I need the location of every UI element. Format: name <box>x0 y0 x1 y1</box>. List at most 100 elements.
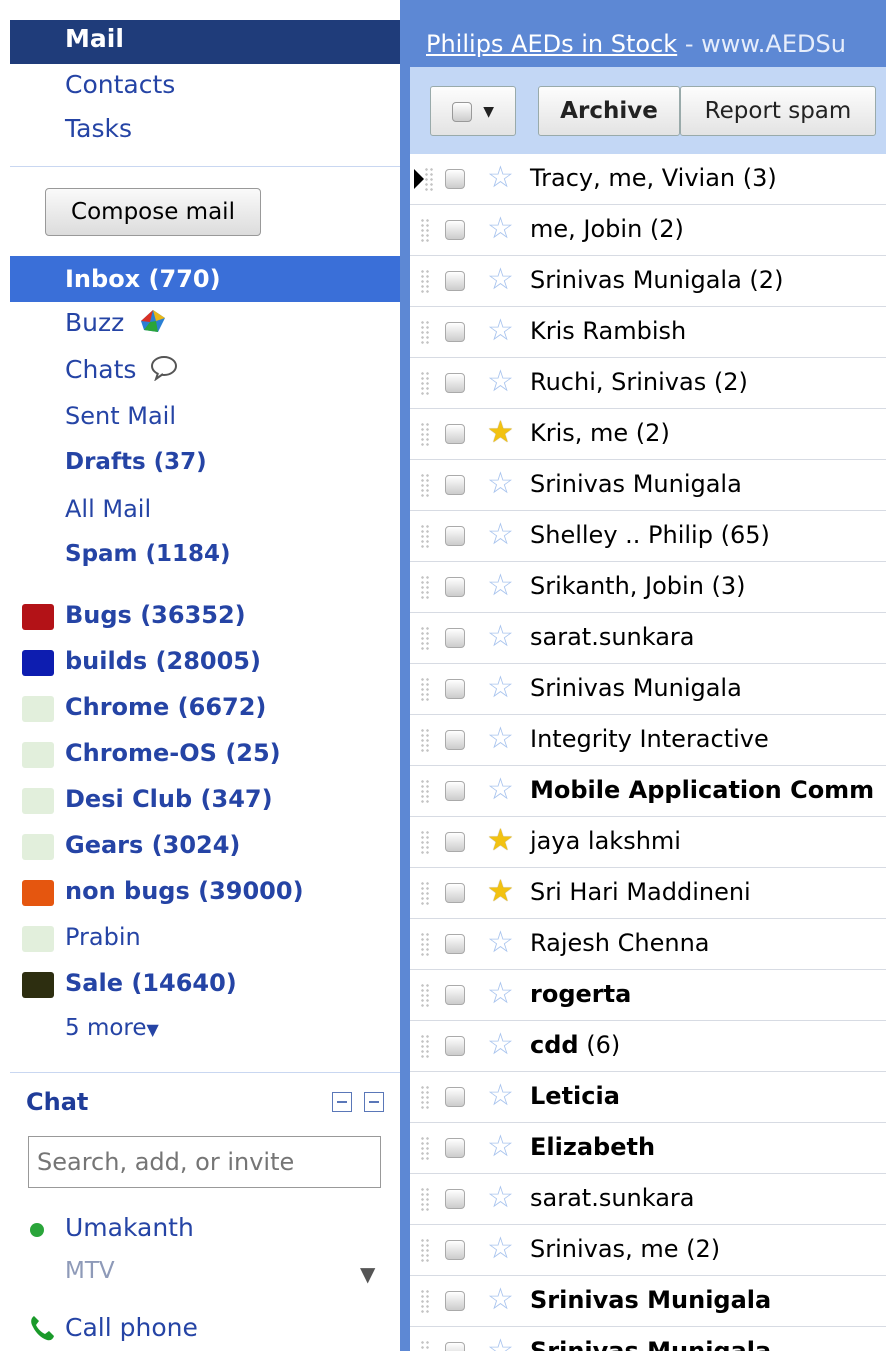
chat-minimize-button[interactable] <box>364 1092 384 1112</box>
call-phone-link[interactable]: Call phone <box>65 1313 198 1342</box>
star-icon[interactable]: ☆ <box>487 1081 514 1111</box>
folder-inbox[interactable]: Inbox (770) <box>65 265 221 293</box>
star-icon[interactable]: ☆ <box>487 622 514 652</box>
nav-link-tasks[interactable]: Tasks <box>65 114 132 143</box>
nav-link-contacts[interactable]: Contacts <box>65 70 175 99</box>
report-spam-button[interactable]: Report spam <box>680 86 876 136</box>
message-row[interactable]: ☆ me, Jobin (2) <box>410 205 886 256</box>
message-row[interactable]: ☆ Srinivas Munigala <box>410 1276 886 1327</box>
star-icon[interactable]: ☆ <box>487 724 514 754</box>
folder-sent-mail[interactable]: Sent Mail <box>65 402 176 430</box>
message-checkbox[interactable] <box>445 781 465 801</box>
message-checkbox[interactable] <box>445 577 465 597</box>
message-checkbox[interactable] <box>445 1087 465 1107</box>
drag-handle-icon[interactable] <box>420 983 430 1007</box>
message-checkbox[interactable] <box>445 169 465 189</box>
drag-handle-icon[interactable] <box>420 575 430 599</box>
message-row[interactable]: ☆ Elizabeth <box>410 1123 886 1174</box>
message-checkbox[interactable] <box>445 730 465 750</box>
drag-handle-icon[interactable] <box>420 422 430 446</box>
message-row[interactable]: ☆ cdd (6) <box>410 1021 886 1072</box>
drag-handle-icon[interactable] <box>420 626 430 650</box>
message-row[interactable]: ☆ Rajesh Chenna <box>410 919 886 970</box>
drag-handle-icon[interactable] <box>420 1289 430 1313</box>
message-checkbox[interactable] <box>445 1189 465 1209</box>
archive-button[interactable]: Archive <box>538 86 680 136</box>
more-labels-link[interactable]: 5 more▼ <box>65 1015 159 1041</box>
drag-handle-icon[interactable] <box>420 1034 430 1058</box>
star-icon[interactable]: ☆ <box>487 1336 514 1351</box>
star-icon[interactable]: ☆ <box>487 571 514 601</box>
star-icon[interactable]: ☆ <box>487 1030 514 1060</box>
chat-contact-name[interactable]: Umakanth <box>65 1213 194 1242</box>
contact-menu-arrow-icon[interactable]: ▼ <box>360 1262 375 1286</box>
star-icon[interactable]: ★ <box>487 877 514 907</box>
star-icon[interactable]: ★ <box>487 418 514 448</box>
drag-handle-icon[interactable] <box>420 830 430 854</box>
message-row[interactable]: ★ Kris, me (2) <box>410 409 886 460</box>
drag-handle-icon[interactable] <box>420 932 430 956</box>
message-checkbox[interactable] <box>445 934 465 954</box>
star-icon[interactable]: ★ <box>487 826 514 856</box>
folder-spam[interactable]: Spam (1184) <box>65 541 231 567</box>
nav-link-mail[interactable]: Mail <box>65 24 124 53</box>
star-icon[interactable]: ☆ <box>487 1285 514 1315</box>
drag-handle-icon[interactable] <box>420 1085 430 1109</box>
folder-chats[interactable]: Chats <box>65 355 178 387</box>
folder-all-mail[interactable]: All Mail <box>65 495 151 523</box>
drag-handle-icon[interactable] <box>420 269 430 293</box>
message-row[interactable]: ☆ Tracy, me, Vivian (3) <box>410 154 886 205</box>
message-checkbox[interactable] <box>445 475 465 495</box>
drag-handle-icon[interactable] <box>420 728 430 752</box>
message-row[interactable]: ☆ Srinivas Munigala (2) <box>410 256 886 307</box>
message-checkbox[interactable] <box>445 832 465 852</box>
message-row[interactable]: ★ Sri Hari Maddineni <box>410 868 886 919</box>
drag-handle-icon[interactable] <box>420 473 430 497</box>
drag-handle-icon[interactable] <box>420 371 430 395</box>
message-row[interactable]: ☆ Srinivas, me (2) <box>410 1225 886 1276</box>
message-row[interactable]: ☆ Srinivas Munigala <box>410 460 886 511</box>
chat-options-button[interactable] <box>332 1092 352 1112</box>
message-row[interactable]: ☆ Srinivas Munigala <box>410 1327 886 1351</box>
message-checkbox[interactable] <box>445 1138 465 1158</box>
ad-link[interactable]: Philips AEDs in Stock <box>426 30 677 58</box>
message-checkbox[interactable] <box>445 1291 465 1311</box>
message-checkbox[interactable] <box>445 1036 465 1056</box>
message-checkbox[interactable] <box>445 424 465 444</box>
message-row[interactable]: ☆ Ruchi, Srinivas (2) <box>410 358 886 409</box>
message-row[interactable]: ☆ Mobile Application Comm <box>410 766 886 817</box>
message-row[interactable]: ☆ rogerta <box>410 970 886 1021</box>
drag-handle-icon[interactable] <box>420 779 430 803</box>
message-checkbox[interactable] <box>445 271 465 291</box>
message-row[interactable]: ☆ Srinivas Munigala <box>410 664 886 715</box>
star-icon[interactable]: ☆ <box>487 979 514 1009</box>
select-dropdown-button[interactable]: ▼ <box>430 86 516 136</box>
message-row[interactable]: ☆ Integrity Interactive <box>410 715 886 766</box>
star-icon[interactable]: ☆ <box>487 775 514 805</box>
star-icon[interactable]: ☆ <box>487 1183 514 1213</box>
drag-handle-icon[interactable] <box>420 1340 430 1351</box>
message-checkbox[interactable] <box>445 220 465 240</box>
chat-search-input[interactable] <box>28 1136 381 1188</box>
star-icon[interactable]: ☆ <box>487 214 514 244</box>
message-row[interactable]: ☆ sarat.sunkara <box>410 1174 886 1225</box>
star-icon[interactable]: ☆ <box>487 520 514 550</box>
message-row[interactable]: ☆ Shelley .. Philip (65) <box>410 511 886 562</box>
drag-handle-icon[interactable] <box>420 881 430 905</box>
message-checkbox[interactable] <box>445 322 465 342</box>
compose-mail-button[interactable]: Compose mail <box>45 188 261 236</box>
message-checkbox[interactable] <box>445 1240 465 1260</box>
drag-handle-icon[interactable] <box>420 677 430 701</box>
message-checkbox[interactable] <box>445 526 465 546</box>
message-checkbox[interactable] <box>445 373 465 393</box>
star-icon[interactable]: ☆ <box>487 1132 514 1162</box>
drag-handle-icon[interactable] <box>420 320 430 344</box>
message-row[interactable]: ☆ Kris Rambish <box>410 307 886 358</box>
message-checkbox[interactable] <box>445 628 465 648</box>
message-row[interactable]: ☆ Leticia <box>410 1072 886 1123</box>
star-icon[interactable]: ☆ <box>487 673 514 703</box>
star-icon[interactable]: ☆ <box>487 265 514 295</box>
message-row[interactable]: ☆ sarat.sunkara <box>410 613 886 664</box>
drag-handle-icon[interactable] <box>420 218 430 242</box>
message-checkbox[interactable] <box>445 883 465 903</box>
